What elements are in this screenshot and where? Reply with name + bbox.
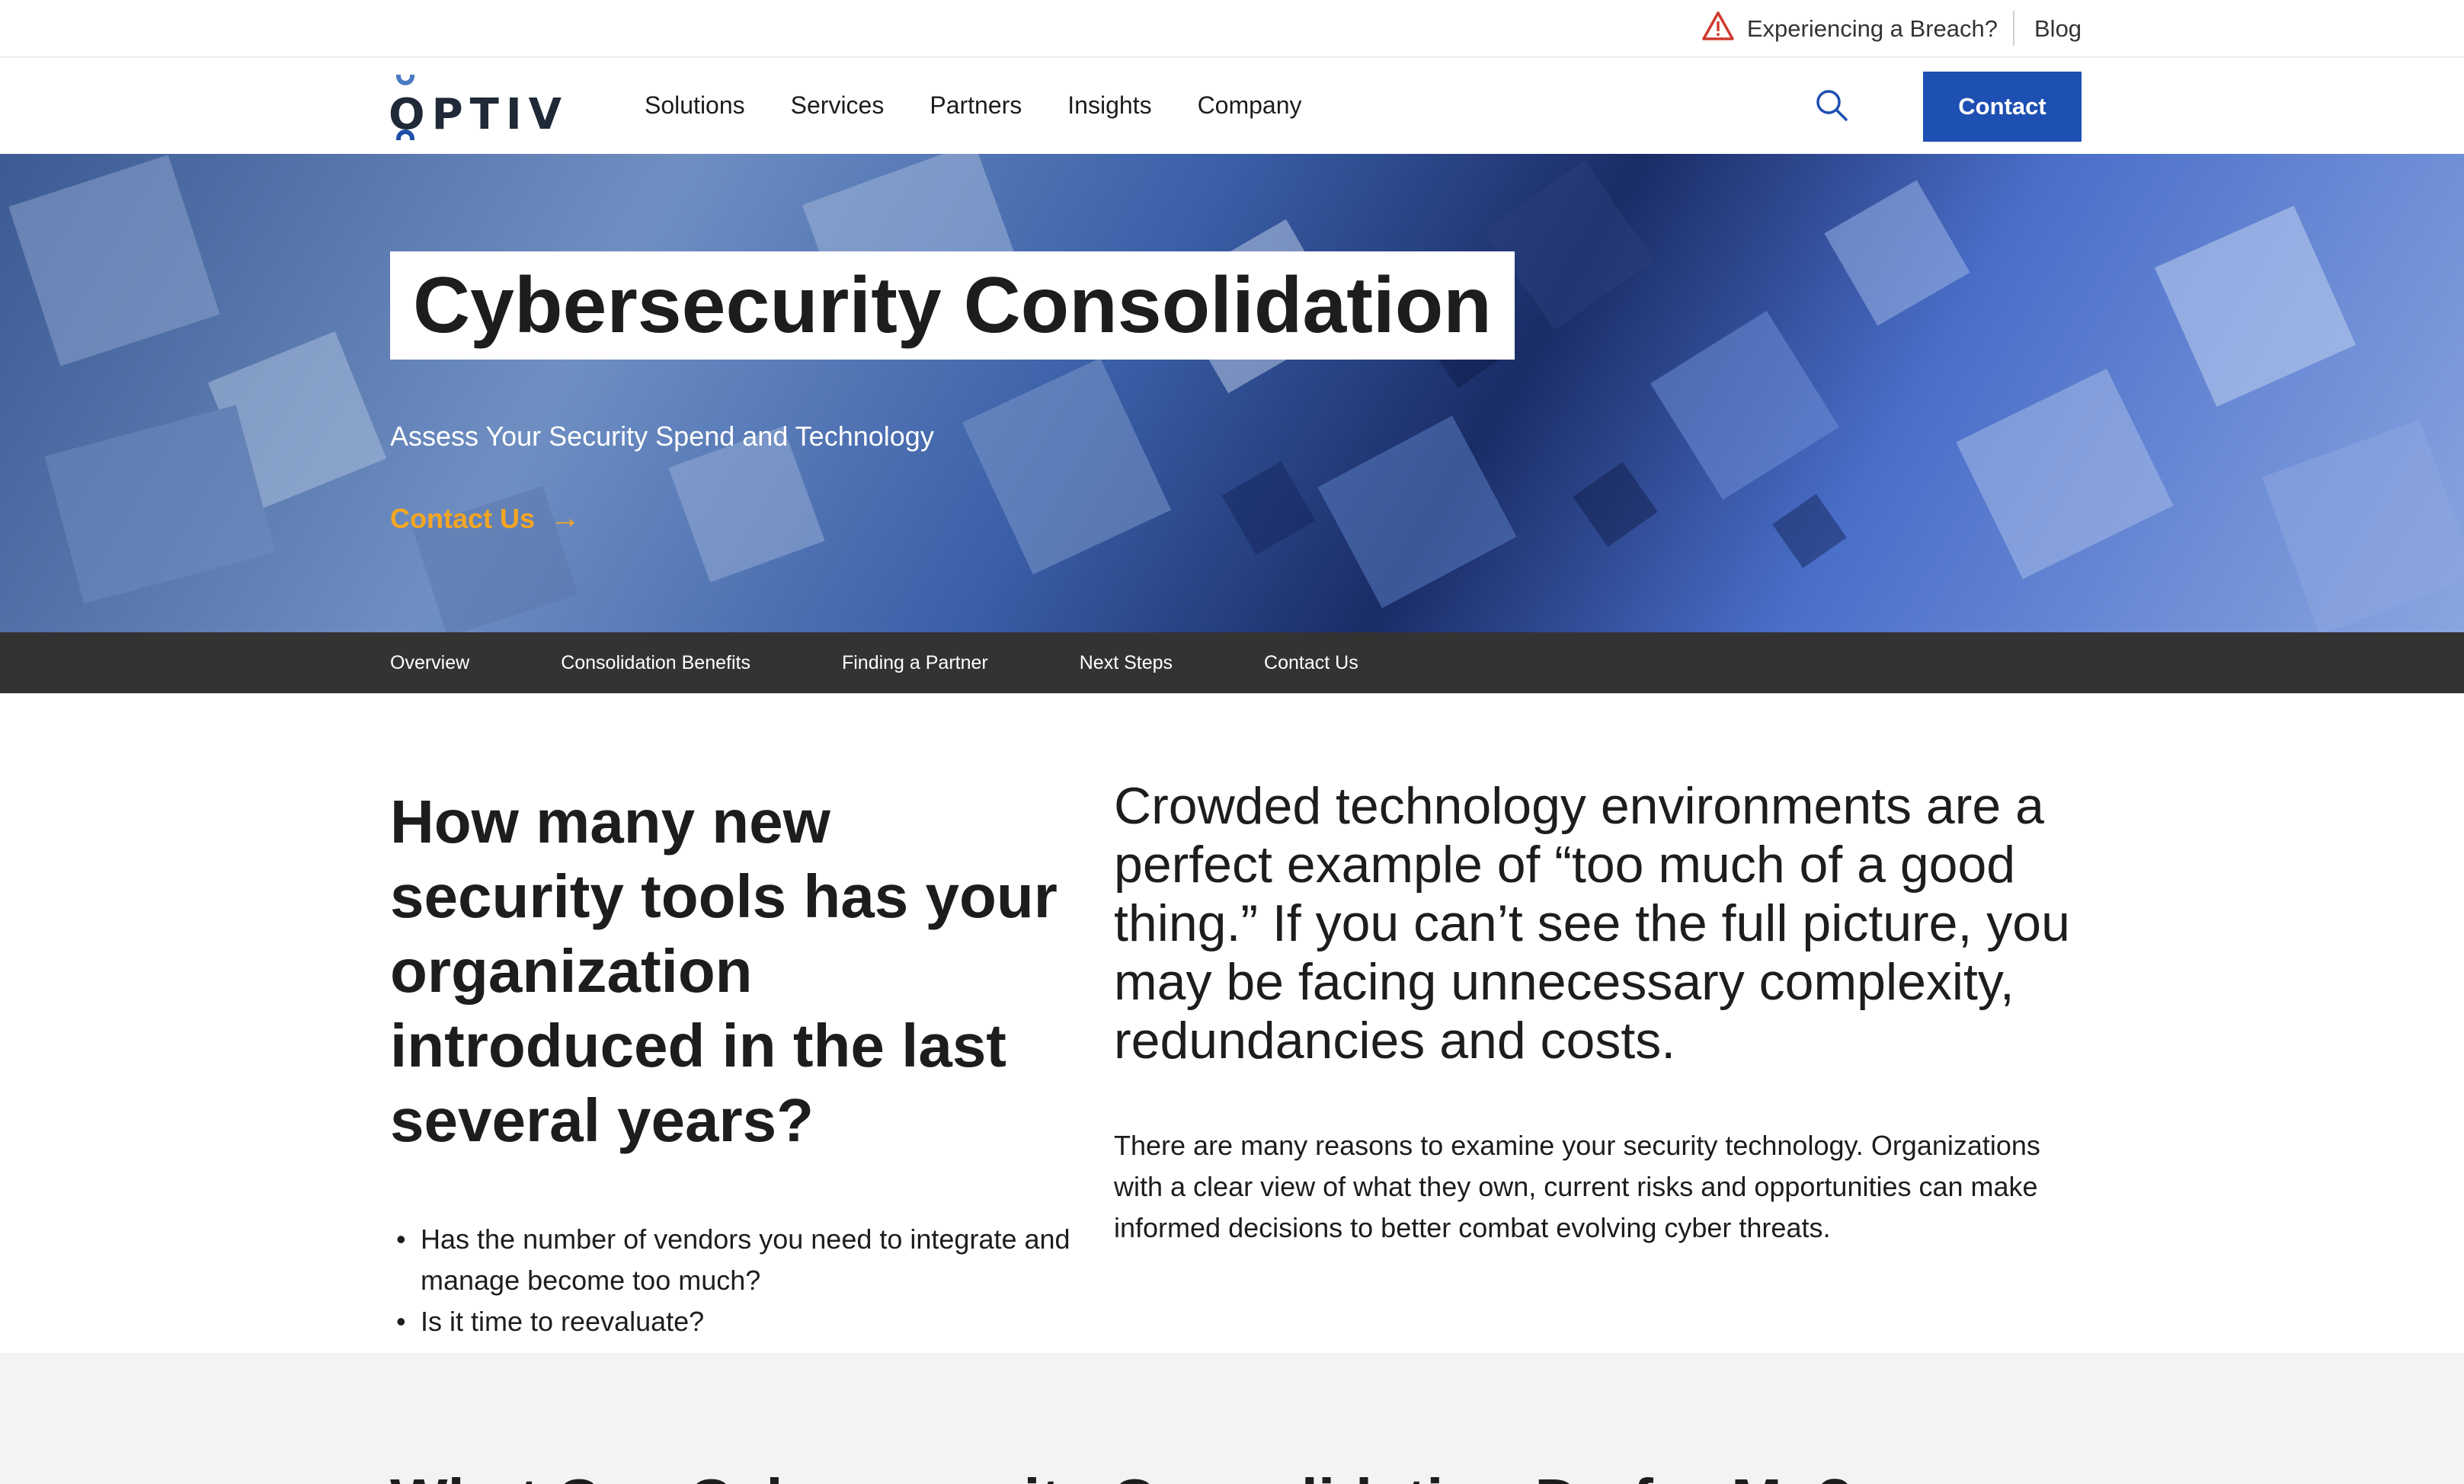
utility-divider: [2013, 11, 2014, 46]
overview-bullets: Has the number of vendors you need to in…: [390, 1219, 1076, 1342]
nav-services[interactable]: Services: [791, 85, 885, 125]
list-item: Has the number of vendors you need to in…: [390, 1219, 1076, 1301]
benefits-heading: What Can Cybersecurity Consolidation Do …: [390, 1466, 1853, 1484]
nav-company[interactable]: Company: [1198, 85, 1302, 125]
primary-nav: Solutions Services Partners Insights Com…: [645, 85, 1348, 125]
blog-link[interactable]: Blog: [2034, 12, 2082, 46]
list-item: Is it time to reevaluate?: [390, 1301, 1076, 1342]
page-title: Cybersecurity Consolidation: [413, 261, 1492, 350]
optiv-logo[interactable]: OPTIV: [389, 75, 562, 140]
section-nav-next-steps[interactable]: Next Steps: [1080, 652, 1173, 674]
section-nav-consolidation-benefits[interactable]: Consolidation Benefits: [561, 652, 750, 674]
overview-lead: Crowded technology environments are a pe…: [1114, 777, 2070, 1070]
section-nav-contact-us[interactable]: Contact Us: [1264, 652, 1358, 674]
main-header: OPTIV Solutions Services Partners Insigh…: [0, 58, 2464, 154]
hero-contact-link[interactable]: Contact Us →: [390, 501, 581, 536]
section-nav: Overview Consolidation Benefits Finding …: [0, 632, 2464, 693]
overview-body: There are many reasons to examine your s…: [1114, 1130, 2040, 1243]
search-icon[interactable]: [1813, 87, 1850, 123]
utility-bar: Experiencing a Breach? Blog: [0, 0, 2464, 58]
benefits-section: What Can Cybersecurity Consolidation Do …: [0, 1353, 2464, 1484]
hero-subtitle: Assess Your Security Spend and Technolog…: [390, 421, 934, 452]
overview-question: How many new security tools has your org…: [390, 788, 1058, 1154]
logo-arc-top: [396, 75, 414, 85]
hero-banner: Cybersecurity Consolidation Assess Your …: [0, 154, 2464, 632]
warning-triangle-icon: [1701, 11, 1735, 47]
breach-link-label: Experiencing a Breach?: [1746, 15, 1998, 42]
nav-partners[interactable]: Partners: [930, 85, 1022, 125]
hero-background-cubes: [8, 154, 2464, 632]
section-nav-finding-a-partner[interactable]: Finding a Partner: [842, 652, 988, 674]
contact-button[interactable]: Contact: [1923, 72, 2082, 142]
logo-wordmark: OPTIV: [389, 90, 569, 139]
overview-left-column: How many new security tools has your org…: [390, 785, 1076, 1342]
breach-link[interactable]: Experiencing a Breach?: [1701, 11, 1998, 47]
overview-section: How many new security tools has your org…: [0, 693, 2464, 1353]
hero-contact-label: Contact Us: [390, 502, 536, 534]
arrow-right-icon: →: [550, 501, 581, 535]
hero-title-box: Cybersecurity Consolidation: [390, 251, 1515, 360]
section-nav-overview[interactable]: Overview: [390, 652, 469, 674]
nav-insights[interactable]: Insights: [1067, 85, 1151, 125]
overview-right-column: Crowded technology environments are a pe…: [1114, 777, 2089, 1249]
nav-solutions[interactable]: Solutions: [645, 85, 745, 125]
